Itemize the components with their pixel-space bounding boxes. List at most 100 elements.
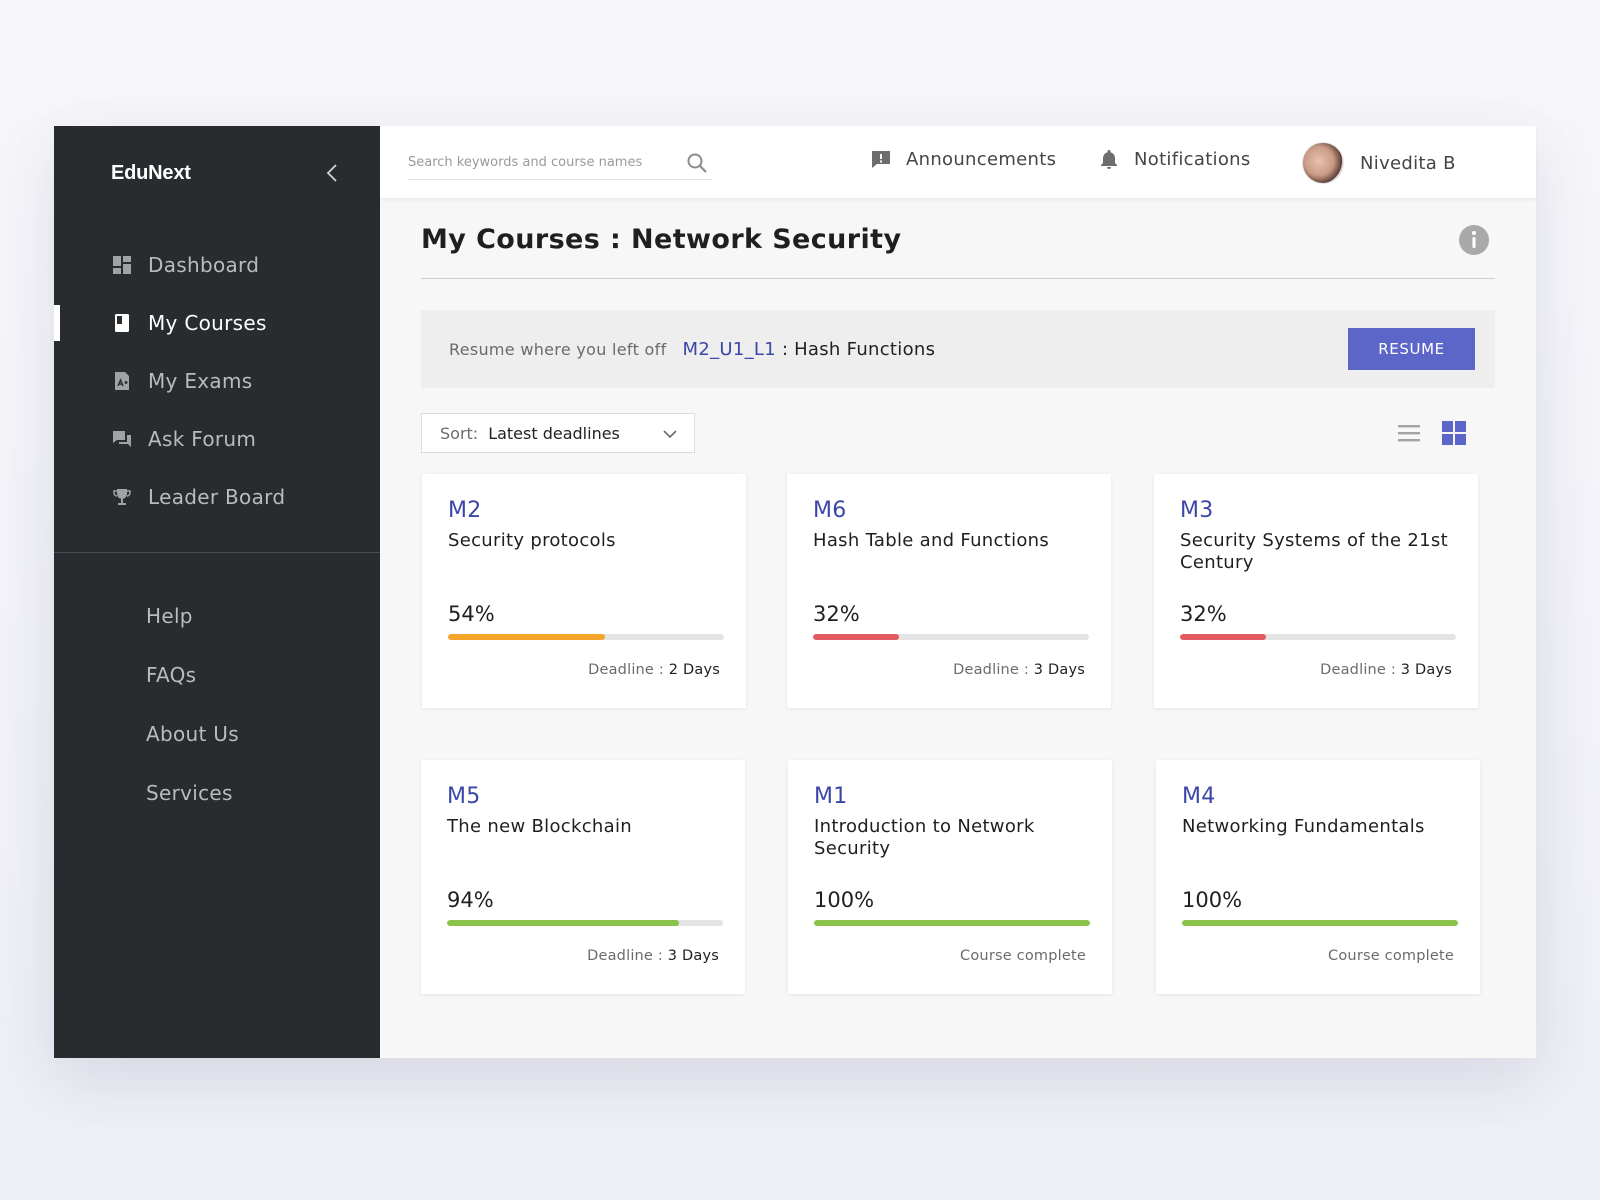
sidebar-item-ask-forum[interactable]: Ask Forum [54,410,380,468]
deadline-days: 3 Days [667,948,719,964]
resume-banner: Resume where you left off M2_U1_L1 : Has… [421,310,1495,388]
topbar: Announcements Notifications Nivedita B [380,126,1536,198]
course-card[interactable]: M2 Security protocols 54% Deadline : 2 D… [422,474,746,708]
course-progress-percent: 32% [1180,602,1227,626]
announcement-icon [872,151,890,168]
dashboard-icon [112,255,132,275]
resume-lesson-code[interactable]: M2_U1_L1 [683,339,777,360]
course-card[interactable]: M3 Security Systems of the 21st Century … [1154,474,1478,708]
course-card[interactable]: M1 Introduction to Network Security 100%… [788,760,1112,994]
announcements-label: Announcements [906,148,1057,170]
search-icon[interactable] [686,152,708,174]
progress-track [447,920,723,926]
course-code: M1 [814,784,848,809]
chevron-down-icon [663,430,677,439]
deadline-label: Deadline : [953,662,1029,678]
progress-fill [813,634,899,640]
title-divider [421,278,1495,279]
course-deadline: Deadline : 3 Days [587,948,719,964]
sidebar-item-dashboard[interactable]: Dashboard [54,236,380,294]
main-content: My Courses : Network Security Resume whe… [380,198,1536,1058]
sidebar-item-label: Dashboard [148,253,260,277]
sidebar: EduNext Dashboard My Courses My Exams As… [54,126,380,1058]
search-box [408,146,712,180]
sidebar-item-label: Leader Board [148,485,286,509]
sidebar-divider [54,552,380,553]
user-name: Nivedita B [1360,152,1456,174]
course-code: M6 [813,498,847,523]
sort-dropdown[interactable]: Sort: Latest deadlines [421,413,695,453]
grid-view-icon[interactable] [1441,420,1467,446]
sidebar-item-leader-board[interactable]: Leader Board [54,468,380,526]
brand-logo[interactable]: EduNext [111,162,191,185]
resume-button[interactable]: RESUME [1348,328,1475,370]
deadline-days: 2 Days [668,662,720,678]
sort-value: Latest deadlines [488,423,620,443]
course-code: M3 [1180,498,1214,523]
course-card[interactable]: M6 Hash Table and Functions 32% Deadline… [787,474,1111,708]
sidebar-item-help[interactable]: Help [54,586,380,645]
info-icon[interactable] [1458,224,1490,256]
sidebar-item-label: My Exams [148,369,253,393]
resume-text: Resume where you left off [449,339,667,359]
user-menu[interactable]: Nivedita B [1302,142,1456,184]
progress-track [814,920,1090,926]
deadline-label: Deadline : [1320,662,1396,678]
status-label: Course complete [1328,948,1454,964]
course-deadline: Deadline : 3 Days [1320,662,1452,678]
resume-separator: : [782,338,789,360]
sidebar-item-services[interactable]: Services [54,763,380,822]
collapse-sidebar-icon[interactable] [322,162,344,184]
sidebar-item-faqs[interactable]: FAQs [54,645,380,704]
progress-track [1182,920,1458,926]
sort-label: Sort: [440,423,479,443]
avatar[interactable] [1302,142,1344,184]
resume-lesson-title: Hash Functions [794,338,936,360]
progress-track [1180,634,1456,640]
course-title: Hash Table and Functions [813,530,1050,551]
progress-track [448,634,724,640]
status-label: Course complete [960,948,1086,964]
progress-track [813,634,1089,640]
course-card[interactable]: M4 Networking Fundamentals 100% Course c… [1156,760,1480,994]
course-progress-percent: 32% [813,602,860,626]
trophy-icon [112,487,132,507]
course-progress-percent: 54% [448,602,495,626]
course-title: Security protocols [448,530,616,551]
sidebar-item-label: My Courses [148,311,267,335]
sidebar-item-label: Ask Forum [148,427,257,451]
list-view-icon[interactable] [1396,420,1422,446]
course-progress-percent: 100% [814,888,875,912]
sidebar-item-my-exams[interactable]: My Exams [54,352,380,410]
course-progress-percent: 94% [447,888,494,912]
search-input[interactable] [408,155,678,170]
course-code: M4 [1182,784,1216,809]
deadline-label: Deadline : [588,662,664,678]
deadline-label: Deadline : [587,948,663,964]
notifications-label: Notifications [1134,148,1251,170]
announcements-link[interactable]: Announcements [870,148,1056,170]
course-deadline: Deadline : 3 Days [953,662,1085,678]
course-status: Course complete [1328,948,1454,964]
exam-icon [112,371,132,391]
course-status: Course complete [960,948,1086,964]
app-window: EduNext Dashboard My Courses My Exams As… [54,126,1536,1058]
course-title: The new Blockchain [447,816,632,837]
course-title: Introduction to Network Security [814,816,1035,859]
progress-fill [1180,634,1266,640]
course-deadline: Deadline : 2 Days [588,662,720,678]
book-icon [112,313,132,333]
forum-icon [112,429,132,449]
sidebar-item-about-us[interactable]: About Us [54,704,380,763]
sidebar-item-my-courses[interactable]: My Courses [54,294,380,352]
course-card[interactable]: M5 The new Blockchain 94% Deadline : 3 D… [421,760,745,994]
progress-fill [447,920,679,926]
notifications-link[interactable]: Notifications [1098,148,1251,170]
course-code: M2 [448,498,482,523]
course-code: M5 [447,784,481,809]
course-title: Security Systems of the 21st Century [1180,530,1448,573]
deadline-days: 3 Days [1033,662,1085,678]
bell-icon [1101,150,1117,169]
course-title: Networking Fundamentals [1182,816,1425,837]
sidebar-secondary-nav: Help FAQs About Us Services [54,586,380,822]
